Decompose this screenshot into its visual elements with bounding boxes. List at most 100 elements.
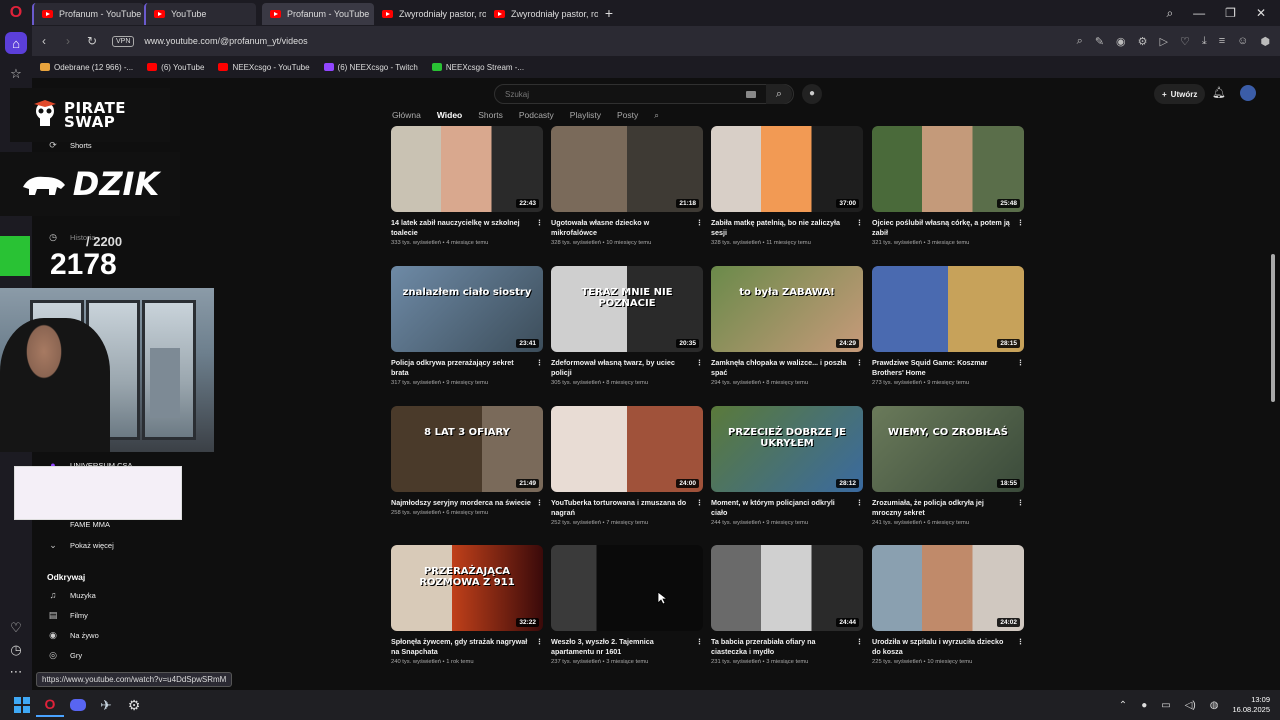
bookmark-2[interactable]: (6) YouTube [147, 63, 204, 72]
video-card[interactable]: 25:48 Ojciec poślubił własną córkę, a pot… [872, 126, 1026, 246]
more-options-icon[interactable]: ⋮ [1017, 498, 1024, 508]
more-options-icon[interactable]: ⋮ [536, 358, 543, 368]
video-title[interactable]: Zrozumiała, że policja odkryła jej mrocz… [872, 498, 1026, 518]
video-card[interactable]: 24:44 Ta babcia przerabiała ofiary na cia… [711, 545, 865, 665]
opera-taskbar-icon[interactable]: O [36, 693, 64, 717]
more-options-icon[interactable]: ⋮ [1017, 218, 1024, 228]
video-title[interactable]: Zamknęła chłopaka w walizce... i poszła … [711, 358, 865, 378]
sidebar-item-subscription[interactable]: FAME MMA [48, 520, 110, 529]
video-title[interactable]: Zabiła matkę patelnią, bo nie zaliczyła … [711, 218, 865, 238]
video-card[interactable]: 24:00 YouTuberka torturowana i zmuszana d… [551, 406, 705, 526]
avatar[interactable] [1240, 85, 1256, 101]
more-options-icon[interactable]: ⋮ [696, 358, 703, 368]
forward-icon[interactable]: › [56, 34, 80, 48]
video-title[interactable]: Moment, w którym policjanci odkryli ciał… [711, 498, 865, 518]
tab-2[interactable]: YouTube [144, 3, 256, 25]
tab-3-active[interactable]: Profanum - YouTube [262, 3, 374, 25]
video-thumbnail[interactable]: TERAZ MNIE NIE POZNACIE 20:35 [551, 266, 703, 352]
tab-4[interactable]: Zwyrodniały pastor, roma [374, 3, 486, 25]
video-title[interactable]: YouTuberka torturowana i zmuszana do nag… [551, 498, 705, 518]
video-card[interactable]: Weszło 3, wyszło 2. Tajemnica apartament… [551, 545, 705, 665]
video-card[interactable]: WIEMY, CO ZROBIŁAŚ 18:55 Zrozumiała, że po… [872, 406, 1026, 526]
globe-icon[interactable]: ◍ [1210, 700, 1219, 711]
video-title[interactable]: Ta babcia przerabiała ofiary na ciastecz… [711, 637, 865, 657]
tab-1[interactable]: Profanum - YouTube [32, 3, 144, 25]
video-thumbnail[interactable]: 22:43 [391, 126, 543, 212]
video-card[interactable]: 21:18 Ugotowała własne dziecko w mikrofal… [551, 126, 705, 246]
clock[interactable]: 13:09 16.08.2025 [1232, 695, 1270, 715]
more-options-icon[interactable]: ⋮ [856, 637, 863, 647]
search-button[interactable]: ⌕ [766, 84, 792, 104]
search-tabs-icon[interactable]: ⌕ [1166, 6, 1173, 21]
keyboard-icon[interactable] [746, 91, 756, 98]
more-options-icon[interactable]: ⋮ [696, 637, 703, 647]
video-card[interactable]: znalazłem ciało siostry 23:41 Policja odkr… [391, 266, 545, 386]
video-thumbnail[interactable] [551, 545, 703, 631]
bell-icon[interactable]: 🔔︎ [1212, 86, 1226, 99]
back-icon[interactable]: ‹ [32, 34, 56, 48]
more-options-icon[interactable]: ⋮ [1017, 637, 1024, 647]
new-tab-button[interactable]: + [598, 5, 620, 21]
heart-icon[interactable]: ♡ [1180, 35, 1190, 48]
video-card[interactable]: PRZERAŻAJĄCA ROZMOWA Z 911 32:22 Spłonęła … [391, 545, 545, 665]
video-card[interactable]: 28:15 Prawdziwe Squid Game: Koszmar Broth… [872, 266, 1026, 386]
create-button[interactable]: + Utwórz [1154, 84, 1206, 104]
more-options-icon[interactable]: ⋮ [536, 218, 543, 228]
settings-icon[interactable]: ⚙ [1138, 35, 1148, 48]
video-thumbnail[interactable]: znalazłem ciało siostry 23:41 [391, 266, 543, 352]
video-title[interactable]: Ojciec poślubił własną córkę, a potem ją… [872, 218, 1026, 238]
video-thumbnail[interactable]: WIEMY, CO ZROBIŁAŚ 18:55 [872, 406, 1024, 492]
network-icon[interactable]: ▭ [1161, 700, 1170, 711]
extensions-icon[interactable]: ⬢ [1260, 35, 1270, 48]
discord-icon[interactable] [64, 693, 92, 717]
video-card[interactable]: 8 LAT 3 OFIARY 21:49 Najmłodszy seryjny mo… [391, 406, 545, 516]
mic-icon[interactable]: ● [1141, 700, 1147, 711]
player-icon[interactable]: ▷ [1160, 35, 1168, 48]
video-thumbnail[interactable]: 24:44 [711, 545, 863, 631]
bookmark-5[interactable]: NEEXcsgo Stream -... [431, 63, 524, 72]
video-thumbnail[interactable]: 24:02 [872, 545, 1024, 631]
maximize-icon[interactable]: ❐ [1225, 6, 1236, 20]
video-card[interactable]: 37:00 Zabiła matkę patelnią, bo nie zalic… [711, 126, 865, 246]
show-more-button[interactable]: ⌄ Pokaż więcej [48, 540, 114, 551]
more-options-icon[interactable]: ⋮ [696, 218, 703, 228]
app-icon[interactable]: ⚙ [120, 693, 148, 717]
video-thumbnail[interactable]: 37:00 [711, 126, 863, 212]
more-options-icon[interactable]: ⋮ [696, 498, 703, 508]
steam-icon[interactable]: ✈ [92, 693, 120, 717]
video-thumbnail[interactable]: PRZECIEŻ DOBRZE JE UKRYŁEM 28:12 [711, 406, 863, 492]
video-card[interactable]: TERAZ MNIE NIE POZNACIE 20:35 Zdeformował … [551, 266, 705, 386]
video-title[interactable]: 14 latek zabił nauczycielkę w szkolnej t… [391, 218, 545, 238]
video-title[interactable]: Spłonęła żywcem, gdy strażak nagrywał na… [391, 637, 545, 657]
bookmark-1[interactable]: Odebrane (12 966) -... [40, 63, 133, 72]
video-title[interactable]: Najmłodszy seryjny morderca na świecie ⋮ [391, 498, 545, 508]
tab-5[interactable]: Zwyrodniały pastor, roma ✕ [486, 3, 598, 25]
close-window-icon[interactable]: ✕ [1256, 6, 1266, 20]
volume-icon[interactable]: ◁) [1185, 700, 1196, 711]
bookmark-3[interactable]: NEEXcsgo - YouTube [218, 63, 310, 72]
video-title[interactable]: Urodziła w szpitalu i wyrzuciła dziecko … [872, 637, 1026, 657]
mic-icon[interactable]: ● [802, 84, 822, 104]
more-icon[interactable]: ⋯ [0, 658, 32, 686]
video-thumbnail[interactable]: 28:15 [872, 266, 1024, 352]
sidebar-item-movies[interactable]: ▤ Filmy [48, 610, 88, 621]
video-thumbnail[interactable]: PRZERAŻAJĄCA ROZMOWA Z 911 32:22 [391, 545, 543, 631]
url-field[interactable]: www.youtube.com/@profanum_yt/videos [144, 36, 307, 46]
edit-icon[interactable]: ✎ [1095, 35, 1104, 48]
bookmark-4[interactable]: (6) NEEXcsgo - Twitch [323, 63, 418, 72]
windows-start-icon[interactable] [8, 693, 36, 717]
vpn-badge[interactable]: VPN [112, 35, 135, 47]
video-thumbnail[interactable]: 25:48 [872, 126, 1024, 212]
camera-icon[interactable]: ◉ [1116, 35, 1126, 48]
opera-logo-icon[interactable]: O [0, 0, 32, 26]
profile-icon[interactable]: ☺ [1237, 35, 1248, 48]
video-title[interactable]: Policja odkrywa przerażający sekret brat… [391, 358, 545, 378]
video-card[interactable]: to była ZABAWA! 24:29 Zamknęła chłopaka w … [711, 266, 865, 386]
video-thumbnail[interactable]: 21:18 [551, 126, 703, 212]
more-options-icon[interactable]: ⋮ [856, 218, 863, 228]
more-options-icon[interactable]: ⋮ [1017, 358, 1024, 368]
more-options-icon[interactable]: ⋮ [536, 637, 543, 647]
menu-icon[interactable]: ≡ [1219, 35, 1225, 48]
video-card[interactable]: 22:43 14 latek zabił nauczycielkę w szkol… [391, 126, 545, 246]
more-options-icon[interactable]: ⋮ [536, 498, 543, 508]
